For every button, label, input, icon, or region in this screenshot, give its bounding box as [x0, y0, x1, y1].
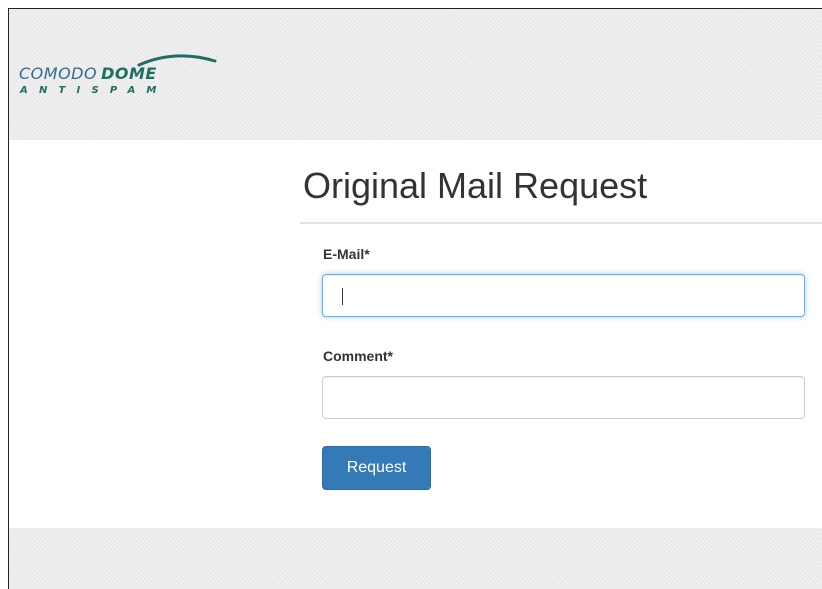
logo-dome-text: DOME: [101, 64, 157, 83]
main-content: Original Mail Request E-Mail* Comment* R…: [9, 140, 822, 528]
email-label: E-Mail*: [323, 246, 370, 262]
browser-frame: COMODO DOME ANTISPAM Original Mail Reques…: [8, 8, 822, 589]
text-cursor: [342, 288, 343, 305]
comment-label: Comment*: [323, 348, 394, 364]
email-input[interactable]: [322, 274, 805, 317]
footer-band: [9, 528, 822, 589]
page-title: Original Mail Request: [303, 165, 648, 206]
logo-comodo-text: COMODO: [19, 64, 98, 83]
comment-input[interactable]: [322, 376, 805, 419]
request-button[interactable]: Request: [322, 446, 431, 490]
comodo-dome-antispam-logo: COMODO DOME ANTISPAM: [19, 51, 219, 101]
header-banner: COMODO DOME ANTISPAM: [9, 9, 822, 140]
logo-wordmark: COMODO DOME: [19, 65, 157, 83]
logo-tagline: ANTISPAM: [20, 85, 168, 96]
title-divider: [300, 222, 822, 224]
